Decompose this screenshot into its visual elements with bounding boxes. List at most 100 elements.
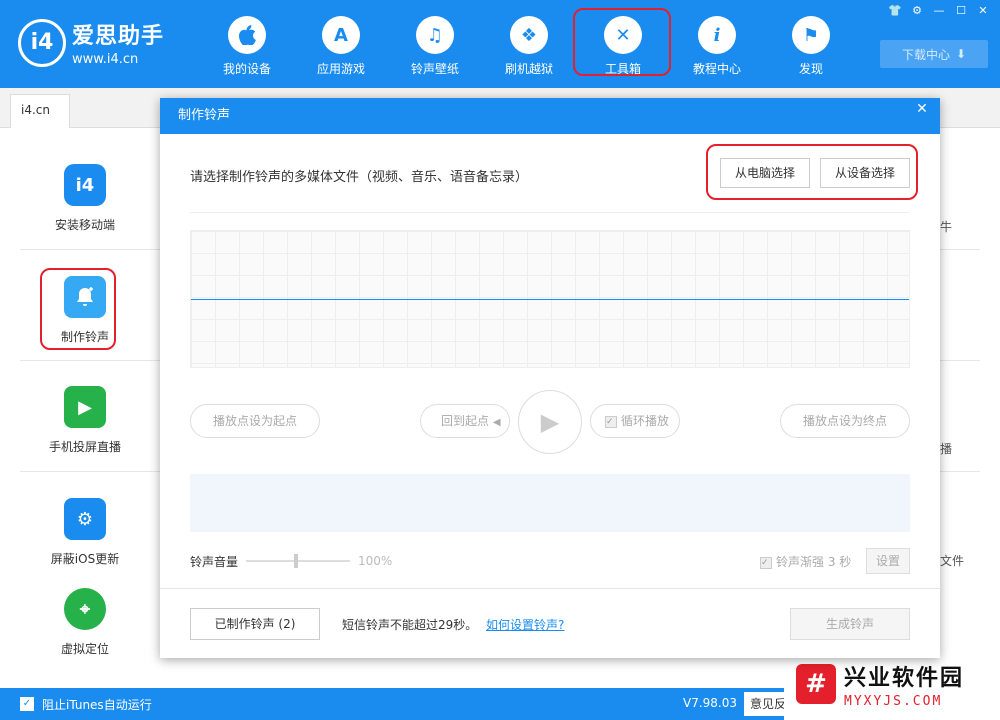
tool-screen-cast[interactable]: ▶ 手机投屏直播 bbox=[20, 372, 150, 480]
volume-percent: 100% bbox=[358, 554, 393, 568]
partial-tool-label: 牛 bbox=[940, 220, 953, 234]
nav-label: 刷机越狱 bbox=[504, 62, 553, 76]
dialog-header: 制作铃声 ✕ bbox=[160, 98, 940, 134]
loop-label: 循环播放 bbox=[621, 414, 670, 428]
watermark-title: 兴业软件园 bbox=[844, 665, 965, 691]
tool-label: 安装移动端 bbox=[54, 218, 115, 232]
close-window-icon[interactable]: ✕ bbox=[974, 4, 992, 18]
ringtone-track-area bbox=[190, 474, 910, 532]
close-icon[interactable]: ✕ bbox=[904, 98, 940, 122]
divider bbox=[940, 471, 980, 472]
nav-label: 应用游戏 bbox=[316, 62, 365, 76]
version-label: V7.98.03 bbox=[683, 696, 738, 710]
app-url: www.i4.cn bbox=[72, 52, 139, 67]
waveform-baseline bbox=[191, 299, 909, 300]
i4-logo-icon: i4 bbox=[18, 18, 66, 67]
apple-icon bbox=[228, 16, 266, 54]
play-icon: ▶ bbox=[540, 408, 560, 436]
make-ringtone-dialog: 制作铃声 ✕ 请选择制作铃声的多媒体文件（视频、音乐、语音备忘录） 从电脑选择 … bbox=[160, 98, 940, 658]
toolbox-right-column: 牛 播 文件 bbox=[940, 128, 1000, 688]
partial-tool-label: 文件 bbox=[940, 554, 965, 568]
toolbox-left-column: i4 安装移动端 制作铃声 ▶ 手机投屏直播 ⚙ 屏蔽iOS更新 ⌖ 虚拟定位 bbox=[0, 128, 160, 688]
how-to-set-ringtone-link[interactable]: 如何设置铃声? bbox=[486, 616, 564, 633]
divider bbox=[20, 249, 160, 250]
fade-settings-button[interactable]: 设置 bbox=[866, 548, 910, 574]
divider bbox=[940, 360, 980, 361]
nav-flash-jailbreak[interactable]: ❖ 刷机越狱 bbox=[482, 0, 576, 88]
block-itunes-label: 阻止iTunes自动运行 bbox=[42, 698, 152, 712]
highlight-box bbox=[40, 268, 116, 350]
box-icon: ❖ bbox=[510, 16, 548, 54]
main-nav: 我的设备 A 应用游戏 ♫ 铃声壁纸 ❖ 刷机越狱 ✕ 工具箱 i 教程中心 ⚑… bbox=[200, 0, 858, 88]
tool-label: 虚拟定位 bbox=[60, 642, 109, 656]
watermark-url: MYXYJS.COM bbox=[844, 693, 943, 709]
divider bbox=[20, 471, 160, 472]
waveform-area[interactable] bbox=[190, 230, 910, 368]
music-icon: ♫ bbox=[416, 16, 454, 54]
tool-install-mobile[interactable]: i4 安装移动端 bbox=[20, 150, 150, 258]
dialog-title: 制作铃声 bbox=[178, 108, 231, 123]
volume-slider-handle[interactable] bbox=[294, 554, 298, 568]
top-bar: i4 爱思助手 www.i4.cn 我的设备 A 应用游戏 ♫ 铃声壁纸 ❖ 刷… bbox=[0, 0, 1000, 88]
appstore-icon: A bbox=[322, 16, 360, 54]
partial-tool-label: 播 bbox=[940, 442, 953, 456]
watermark-logo-icon: # bbox=[796, 664, 836, 704]
select-from-device-button[interactable]: 从设备选择 bbox=[820, 158, 910, 188]
select-file-prompt: 请选择制作铃声的多媒体文件（视频、音乐、语音备忘录） bbox=[190, 170, 529, 185]
divider bbox=[160, 588, 940, 589]
fade-in-checkbox[interactable]: ✓ bbox=[760, 556, 772, 569]
nav-tutorials[interactable]: i 教程中心 bbox=[670, 0, 764, 88]
play-button[interactable]: ▶ bbox=[518, 390, 582, 454]
window-controls: 👕 ⚙ — ☐ ✕ bbox=[886, 4, 992, 18]
maximize-icon[interactable]: ☐ bbox=[952, 4, 970, 18]
loop-play-toggle[interactable]: ✓ 循环播放 bbox=[590, 404, 680, 438]
fade-in-option: ✓ 铃声渐强 3 秒 bbox=[760, 553, 851, 570]
tool-label: 手机投屏直播 bbox=[48, 440, 121, 454]
app-name: 爱思助手 bbox=[72, 24, 165, 49]
select-from-pc-button[interactable]: 从电脑选择 bbox=[720, 158, 810, 188]
info-icon: i bbox=[698, 16, 736, 54]
made-ringtones-button[interactable]: 已制作铃声 (2) bbox=[190, 608, 320, 640]
generate-ringtone-button[interactable]: 生成铃声 bbox=[790, 608, 910, 640]
flag-icon: ⚑ bbox=[792, 16, 830, 54]
nav-label: 发现 bbox=[798, 62, 823, 76]
nav-apps-games[interactable]: A 应用游戏 bbox=[294, 0, 388, 88]
download-icon: ⬇ bbox=[955, 47, 967, 61]
download-center-button[interactable]: 下载中心 ⬇ bbox=[880, 40, 988, 68]
block-itunes-checkbox[interactable]: ✓ bbox=[20, 697, 34, 711]
tool-virtual-location[interactable]: ⌖ 虚拟定位 bbox=[20, 574, 150, 682]
skin-icon[interactable]: 👕 bbox=[886, 4, 904, 18]
nav-my-device[interactable]: 我的设备 bbox=[200, 0, 294, 88]
highlight-box bbox=[573, 8, 671, 76]
watermark: # 兴业软件园 MYXYJS.COM bbox=[784, 648, 1000, 720]
set-start-button[interactable]: 播放点设为起点 bbox=[190, 404, 320, 438]
nav-toolbox[interactable]: ✕ 工具箱 bbox=[573, 0, 671, 88]
set-end-button[interactable]: 播放点设为终点 bbox=[780, 404, 910, 438]
nav-label: 我的设备 bbox=[222, 62, 271, 76]
fade-in-label: 铃声渐强 3 秒 bbox=[776, 555, 852, 569]
back-to-start-label: 回到起点 bbox=[441, 414, 490, 428]
location-icon: ⌖ bbox=[64, 588, 106, 630]
volume-slider[interactable] bbox=[246, 554, 350, 568]
sms-limit-note: 短信铃声不能超过29秒。 bbox=[342, 618, 478, 632]
app-logo: i4 爱思助手 www.i4.cn bbox=[18, 18, 164, 67]
nav-discover[interactable]: ⚑ 发现 bbox=[764, 0, 858, 88]
divider bbox=[190, 212, 910, 213]
minimize-icon[interactable]: — bbox=[930, 4, 948, 18]
settings-gear-icon[interactable]: ⚙ bbox=[908, 4, 926, 18]
i4-app-icon: i4 bbox=[64, 164, 106, 206]
tool-label: 屏蔽iOS更新 bbox=[50, 552, 120, 566]
screen-cast-icon: ▶ bbox=[64, 386, 106, 428]
volume-label: 铃声音量 bbox=[190, 555, 239, 569]
divider bbox=[940, 249, 980, 250]
loop-checkbox[interactable]: ✓ bbox=[605, 415, 617, 428]
nav-label: 教程中心 bbox=[692, 62, 741, 76]
nav-ringtones-wallpapers[interactable]: ♫ 铃声壁纸 bbox=[388, 0, 482, 88]
nav-label: 铃声壁纸 bbox=[410, 62, 459, 76]
gear-block-icon: ⚙ bbox=[64, 498, 106, 540]
rewind-icon: ◀ bbox=[492, 417, 501, 428]
divider bbox=[20, 360, 160, 361]
back-to-start-button[interactable]: 回到起点 ◀ bbox=[420, 404, 510, 438]
tab-i4cn[interactable]: i4.cn bbox=[10, 94, 70, 128]
download-center-label: 下载中心 bbox=[901, 47, 950, 62]
